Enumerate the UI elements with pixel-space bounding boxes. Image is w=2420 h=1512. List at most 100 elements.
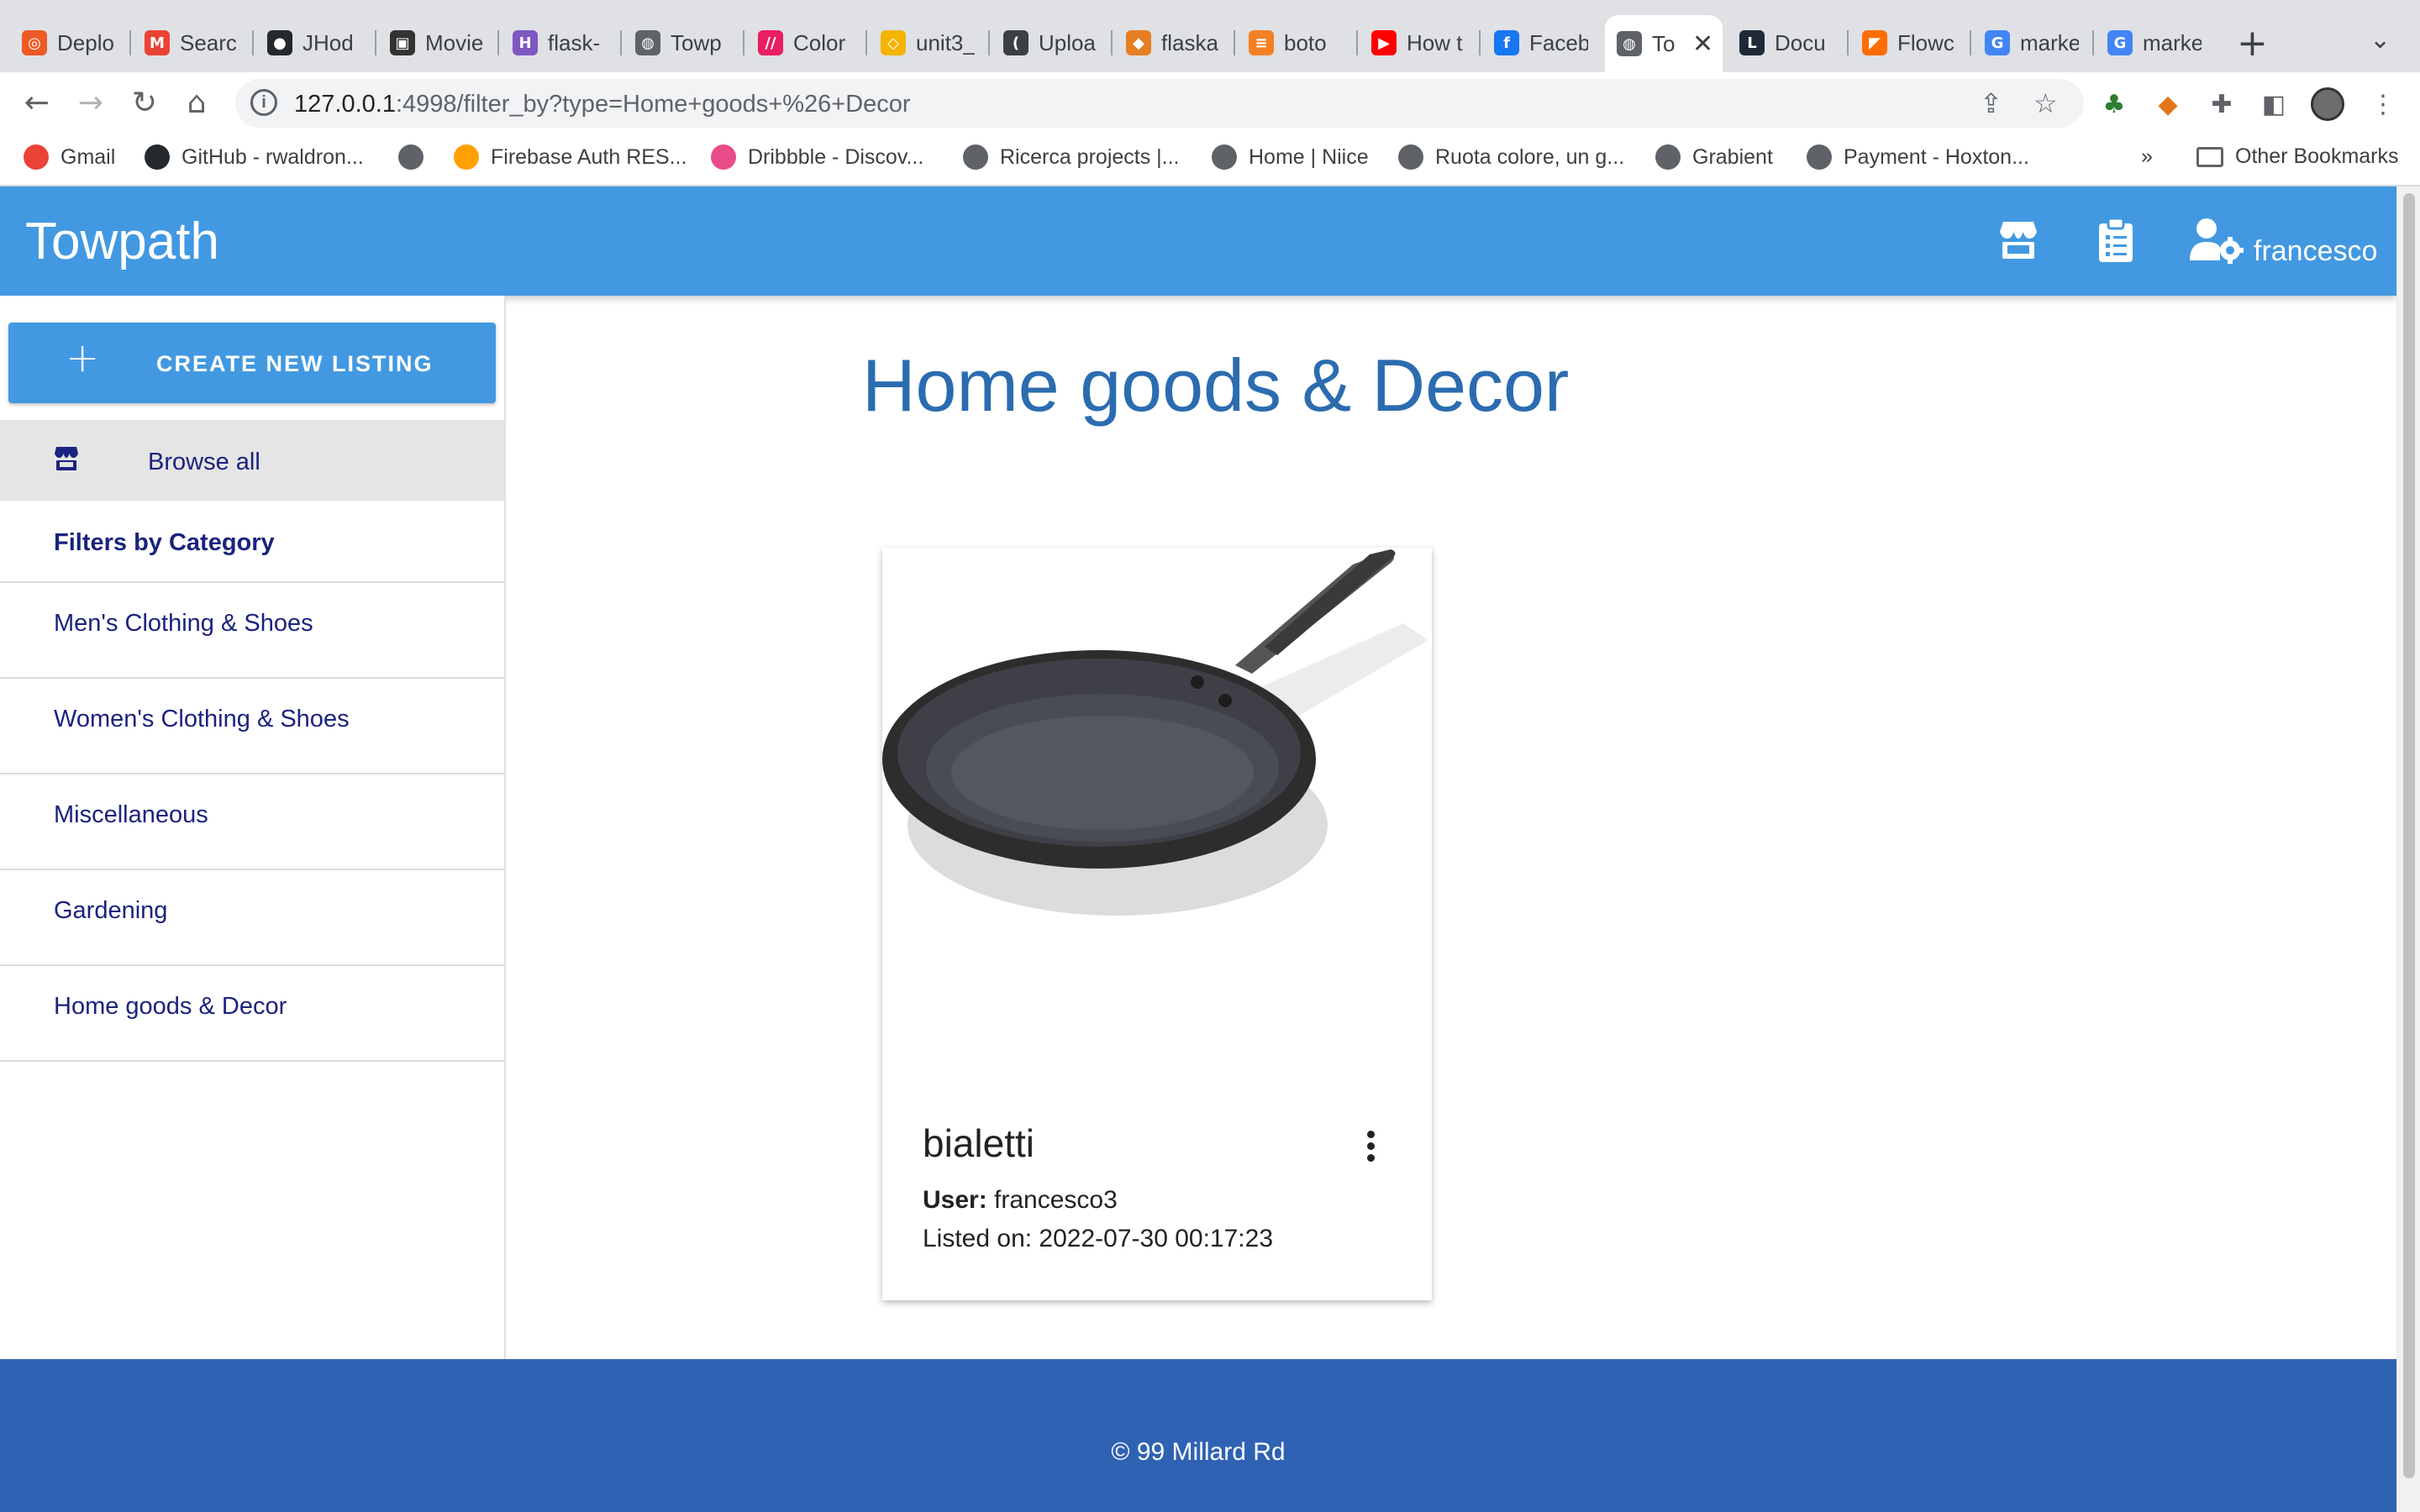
- browser-tab[interactable]: ▶ How t: [1360, 20, 1477, 66]
- bookmark-favicon-icon: [145, 144, 170, 170]
- tab-separator: [497, 30, 499, 55]
- browser-tab[interactable]: ◤ Flowc: [1850, 20, 1968, 66]
- tab-favicon-icon: ◍: [1617, 31, 1642, 56]
- category-label: Miscellaneous: [54, 801, 208, 828]
- bookmarks-overflow-icon[interactable]: »: [2141, 144, 2153, 169]
- browser-tab[interactable]: // Color: [746, 20, 864, 66]
- listing-title[interactable]: bialetti: [923, 1121, 1034, 1166]
- scrollbar-thumb[interactable]: [2403, 193, 2415, 1478]
- listing-user-value: francesco3: [994, 1186, 1118, 1214]
- bookmark-item[interactable]: Ruota colore, un g...: [1398, 144, 1624, 170]
- sidebar-item-mens-clothing[interactable]: Men's Clothing & Shoes: [0, 583, 504, 679]
- bookmark-favicon-icon: [24, 144, 49, 170]
- sidebar-item-gardening[interactable]: Gardening: [0, 870, 504, 966]
- back-icon[interactable]: ←: [13, 79, 60, 126]
- listing-date: Listed on: 2022-07-30 00:17:23: [923, 1225, 1273, 1252]
- browser-tab[interactable]: ◍ Towp: [623, 20, 741, 66]
- address-bar[interactable]: i 127.0.0.1:4998/filter_by?type=Home+goo…: [235, 79, 2084, 128]
- store-icon[interactable]: [1995, 217, 2042, 264]
- metamask-fox-icon[interactable]: ◆: [2151, 87, 2185, 121]
- browser-tab[interactable]: (Uploa: [992, 20, 1109, 66]
- bookmark-label: Grabient: [1692, 144, 1773, 169]
- bookmark-label: Gmail: [60, 144, 116, 169]
- home-icon[interactable]: ⌂: [173, 79, 220, 126]
- tab-title: Docu: [1775, 29, 1826, 55]
- browser-tab[interactable]: ● JHod: [255, 20, 373, 66]
- tab-title: Color: [793, 29, 846, 55]
- tab-close-icon[interactable]: ✕: [1692, 29, 1713, 59]
- browser-tab[interactable]: Gmarke: [1973, 20, 2091, 66]
- url-text[interactable]: 127.0.0.1:4998/filter_by?type=Home+goods…: [294, 91, 911, 118]
- browser-tab[interactable]: ≡ boto: [1237, 20, 1355, 66]
- reload-icon[interactable]: ↻: [121, 79, 168, 126]
- tab-search-chevron-icon[interactable]: ⌄: [2370, 25, 2391, 55]
- bookmark-favicon-icon: [711, 144, 736, 170]
- sidebar-item-miscellaneous[interactable]: Miscellaneous: [0, 774, 504, 870]
- category-label: Women's Clothing & Shoes: [54, 706, 350, 732]
- sidebar-item-womens-clothing[interactable]: Women's Clothing & Shoes: [0, 679, 504, 774]
- tab-separator: [743, 30, 744, 55]
- browser-menu-icon[interactable]: ⋮: [2366, 87, 2400, 121]
- browser-tab[interactable]: ◆ flaska: [1114, 20, 1232, 66]
- bookmark-item[interactable]: Ricerca projects |...: [963, 144, 1180, 170]
- other-bookmarks-label: Other Bookmarks: [2235, 144, 2399, 168]
- browser-tab[interactable]: M Searc: [133, 20, 250, 66]
- brand-logo[interactable]: Towpath: [25, 212, 219, 271]
- sidebar-item-home-goods[interactable]: Home goods & Decor: [0, 966, 504, 1062]
- profile-avatar[interactable]: [2311, 87, 2344, 121]
- create-listing-button[interactable]: + CREATE NEW LISTING: [8, 323, 496, 403]
- bookmark-item[interactable]: Firebase Auth RES...: [454, 144, 687, 170]
- bookmark-item[interactable]: [398, 144, 435, 170]
- browser-tab[interactable]: ◍ To ✕: [1605, 15, 1723, 72]
- bookmark-item[interactable]: Payment - Hoxton...: [1807, 144, 2029, 170]
- tab-favicon-icon: ◆: [1126, 30, 1151, 55]
- user-settings-icon[interactable]: [2188, 217, 2244, 264]
- bookmark-item[interactable]: GitHub - rwaldron...: [145, 144, 364, 170]
- forward-icon[interactable]: →: [67, 79, 114, 126]
- tab-title: Flowc: [1897, 29, 1954, 55]
- tab-separator: [1847, 30, 1849, 55]
- tab-title: Towp: [671, 29, 722, 55]
- bookmark-star-icon[interactable]: ☆: [2033, 87, 2058, 119]
- share-icon[interactable]: ⇪: [1980, 87, 2002, 119]
- sidebar-item-browse-all[interactable]: Browse all: [0, 420, 504, 501]
- more-options-icon[interactable]: [1358, 1129, 1383, 1166]
- bookmark-label: Dribbble - Discov...: [748, 144, 924, 169]
- sidebar: + CREATE NEW LISTING Browse all Filters …: [0, 296, 506, 1359]
- browser-tab[interactable]: L Docu: [1728, 20, 1845, 66]
- site-info-icon[interactable]: i: [250, 89, 277, 116]
- browser-tab[interactable]: ◇ unit3_: [869, 20, 986, 66]
- create-listing-label: CREATE NEW LISTING: [156, 351, 434, 376]
- bookmark-favicon-icon: [1398, 144, 1423, 170]
- bookmark-item[interactable]: Dribbble - Discov...: [711, 144, 923, 170]
- tab-separator: [1234, 30, 1235, 55]
- bookmark-item[interactable]: Gmail: [24, 144, 115, 170]
- category-label: Home goods & Decor: [54, 993, 287, 1020]
- bookmark-item[interactable]: Home | Niice: [1212, 144, 1369, 170]
- username-label[interactable]: francesco: [2254, 235, 2377, 268]
- tab-favicon-icon: L: [1739, 30, 1765, 55]
- side-panel-icon[interactable]: ◧: [2257, 87, 2291, 121]
- browser-tab[interactable]: ◎ Deplo: [10, 20, 128, 66]
- tab-separator: [375, 30, 376, 55]
- extensions-puzzle-icon[interactable]: ✚: [2205, 87, 2238, 121]
- browser-tab-strip: + ⌄ ◎ Deplo M Searc ● JHod ▣ Movie Hflask- ◍ Towp /…: [0, 0, 2420, 72]
- listing-card[interactable]: bialetti User: francesco3 Listed on: 202…: [882, 548, 1432, 1300]
- new-tab-button[interactable]: +: [2237, 22, 2268, 65]
- browser-tab[interactable]: f Faceb: [1482, 20, 1600, 66]
- clipboard-list-icon[interactable]: [2097, 217, 2134, 264]
- bookmark-item[interactable]: Grabient: [1655, 144, 1773, 170]
- tab-title: JHod: [302, 29, 354, 55]
- browser-tab[interactable]: ▣ Movie: [378, 20, 496, 66]
- browser-tab[interactable]: Hflask-: [501, 20, 618, 66]
- listing-image[interactable]: [882, 548, 1432, 1085]
- other-bookmarks[interactable]: Other Bookmarks: [2196, 144, 2399, 169]
- browser-tab[interactable]: Gmarke: [2096, 20, 2213, 66]
- bookmark-favicon-icon: [1212, 144, 1237, 170]
- page-scrollbar[interactable]: [2396, 186, 2420, 1512]
- category-label: Men's Clothing & Shoes: [54, 610, 313, 637]
- tab-title: marke: [2143, 29, 2202, 55]
- tab-title: flask-: [548, 29, 601, 55]
- extension-tree-icon[interactable]: ♣: [2097, 87, 2131, 121]
- listing-user-label: User:: [923, 1186, 987, 1214]
